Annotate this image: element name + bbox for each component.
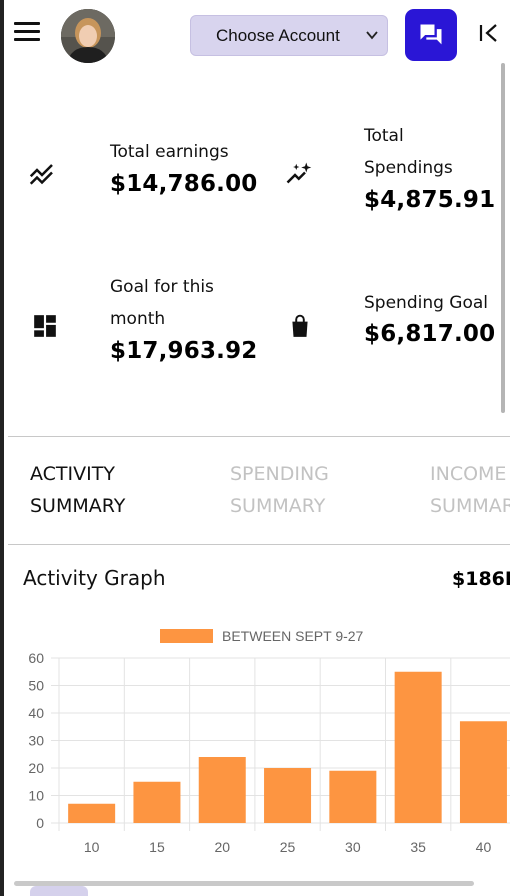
bar [329, 770, 377, 823]
stat-label-spendings: Total Spendings [364, 126, 453, 178]
bar [394, 671, 442, 823]
stat-label-spending-goal: Spending Goal [364, 293, 489, 313]
collapse-left-icon[interactable] [478, 22, 500, 44]
chevron-down-icon [366, 31, 378, 40]
vertical-scrollbar[interactable] [501, 63, 505, 413]
stat-value-spendings: $4,875.91 [364, 187, 496, 213]
chat-button[interactable] [405, 9, 457, 61]
dashboard-icon [34, 315, 56, 337]
x-tick-label: 40 [476, 839, 492, 855]
stat-value-goal: $17,963.92 [110, 338, 258, 364]
avatar[interactable] [61, 9, 115, 63]
y-tick-label: 20 [28, 760, 44, 776]
account-select[interactable]: Choose Account [190, 15, 388, 56]
hamburger-menu-icon[interactable] [14, 22, 40, 42]
y-tick-label: 50 [28, 678, 44, 694]
y-tick-label: 0 [36, 815, 44, 831]
graph-total: $186K [452, 568, 510, 590]
earnings-icon-tile [10, 142, 74, 208]
y-tick-label: 30 [28, 733, 44, 749]
y-tick-label: 40 [28, 705, 44, 721]
x-tick-label: 15 [149, 839, 165, 855]
y-tick-label: 60 [28, 650, 44, 666]
spending-goal-icon-tile [268, 293, 332, 359]
x-tick-label: 35 [410, 839, 426, 855]
y-tick-label: 10 [28, 788, 44, 804]
tab-spending-summary[interactable]: SPENDING SUMMARY [230, 458, 329, 522]
bar [198, 757, 246, 823]
x-tick-label: 30 [345, 839, 361, 855]
goal-icon-tile [13, 293, 77, 359]
stat-label-goal: Goal for this month [110, 277, 214, 329]
account-select-value: Choose Account [216, 25, 340, 45]
x-tick-label: 10 [84, 839, 100, 855]
section-divider [8, 436, 510, 437]
legend-swatch [160, 629, 213, 643]
bar [68, 803, 116, 823]
x-tick-label: 20 [214, 839, 230, 855]
spendings-icon-tile [268, 142, 332, 208]
sparkle-trend-icon [286, 162, 312, 184]
stat-value-spending-goal: $6,817.00 [364, 321, 496, 347]
stat-label-earnings: Total earnings [110, 142, 229, 162]
tab-activity-summary[interactable]: ACTIVITY SUMMARY [30, 458, 125, 522]
tabs-divider [8, 544, 510, 545]
bottom-tab[interactable] [30, 886, 88, 896]
stat-value-earnings: $14,786.00 [110, 171, 258, 197]
legend-label: BETWEEN SEPT 9-27 [222, 628, 364, 644]
chat-bubbles-icon [420, 24, 442, 45]
activity-bar-chart: BETWEEN SEPT 9-27 0 10 20 30 40 50 60 10 15 20 25 30… [28, 628, 510, 855]
trending-icon [29, 164, 53, 185]
bar [264, 768, 312, 823]
shopping-bag-icon [292, 314, 308, 337]
x-tick-label: 25 [280, 839, 296, 855]
graph-title: Activity Graph [23, 566, 166, 590]
tab-income-summary[interactable]: INCOME SUMMARY [430, 458, 510, 522]
bar [133, 781, 181, 823]
bar [459, 721, 507, 823]
app-frame: Choose Account Total earnings $14,786.00… [0, 0, 510, 896]
